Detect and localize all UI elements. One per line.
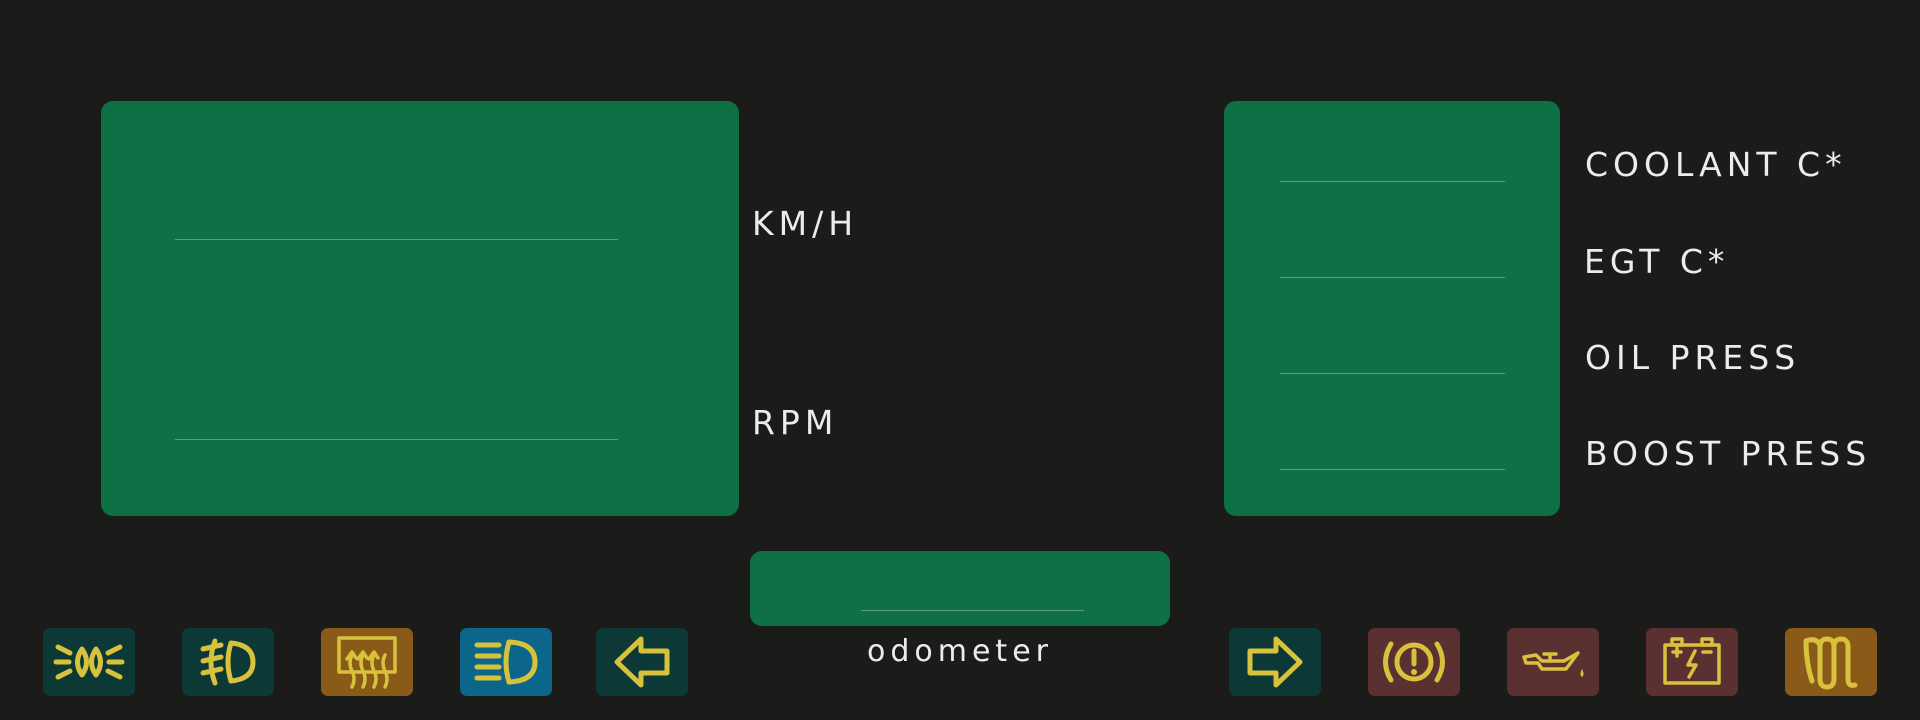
boost-press-value-line: [1280, 469, 1505, 470]
odometer-panel: [750, 551, 1170, 626]
brake-warning-icon: [1383, 641, 1445, 683]
rear-defrost-indicator: [321, 628, 413, 696]
boost-press-label: BOOST PRESS: [1585, 434, 1872, 473]
high-beam-icon: [474, 639, 538, 685]
rpm-value-line: [175, 439, 618, 440]
low-beam-icon: [53, 644, 125, 680]
speed-rpm-panel: [101, 101, 739, 516]
speed-unit-label: KM/H: [752, 204, 859, 243]
rear-defrost-icon: [337, 636, 397, 689]
right-turn-signal-icon: [1247, 636, 1303, 688]
low-beam-indicator: [43, 628, 135, 696]
oil-pressure-indicator: [1507, 628, 1599, 696]
coolant-label: COOLANT C*: [1585, 145, 1847, 184]
right-turn-indicator: [1229, 628, 1321, 696]
coolant-value-line: [1280, 181, 1505, 182]
oil-pressure-icon: [1522, 651, 1584, 677]
fog-light-indicator: [182, 628, 274, 696]
speed-value-line: [175, 239, 618, 240]
egt-label: EGT C*: [1584, 242, 1730, 281]
rpm-label: RPM: [752, 403, 839, 442]
left-turn-indicator: [596, 628, 688, 696]
sensor-panel: [1224, 101, 1560, 516]
odometer-label: odometer: [867, 634, 1053, 669]
fog-light-icon: [200, 638, 256, 686]
glow-plug-indicator: [1785, 628, 1877, 696]
left-turn-signal-icon: [614, 636, 670, 688]
battery-indicator: [1646, 628, 1738, 696]
oil-press-value-line: [1280, 373, 1505, 374]
brake-warning-indicator: [1368, 628, 1460, 696]
egt-value-line: [1280, 277, 1505, 278]
battery-icon: [1663, 637, 1721, 685]
glow-plug-icon: [1803, 636, 1858, 690]
high-beam-indicator: [460, 628, 552, 696]
odometer-value-line: [861, 610, 1084, 611]
oil-press-label: OIL PRESS: [1585, 338, 1801, 377]
